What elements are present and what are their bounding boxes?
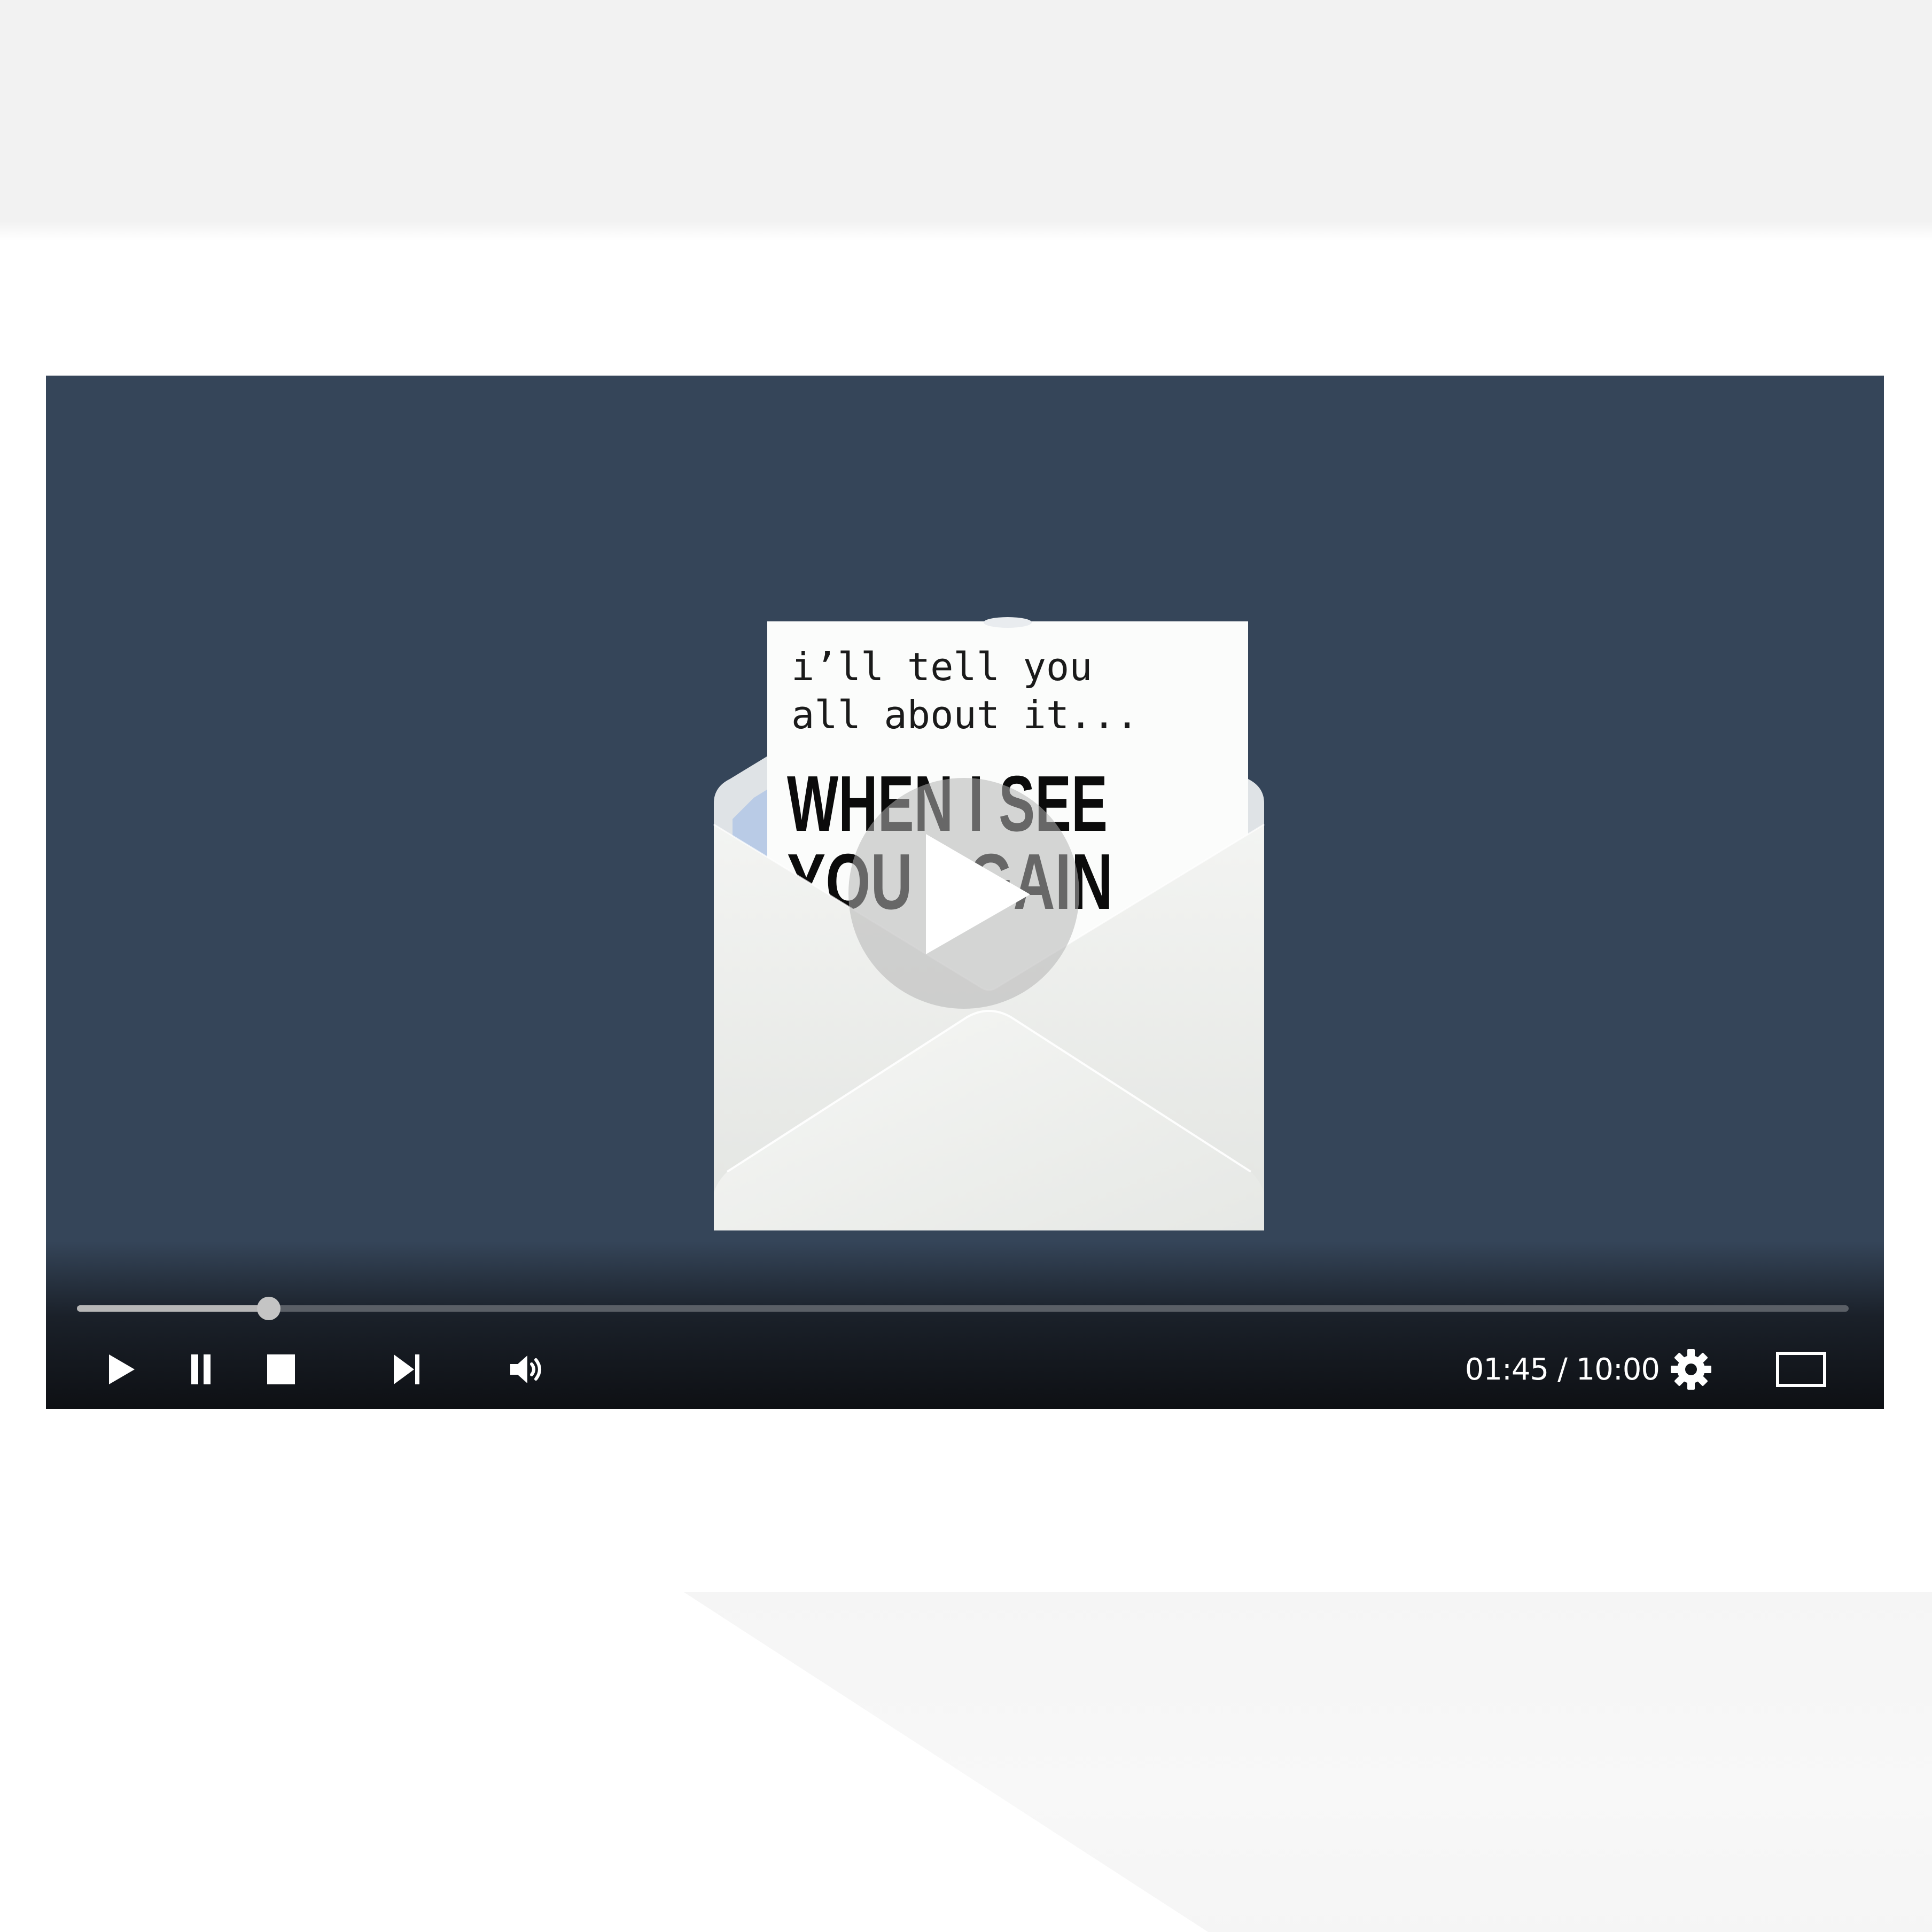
stop-icon — [267, 1354, 295, 1384]
center-play-button[interactable] — [848, 778, 1079, 1009]
play-icon — [926, 834, 1030, 954]
bottom-background-shadow — [684, 1592, 1932, 1932]
fullscreen-icon — [1776, 1352, 1826, 1387]
volume-button[interactable] — [500, 1343, 554, 1396]
progress-scrubber-handle[interactable] — [257, 1297, 281, 1320]
note-line-2: all about it... — [791, 692, 1139, 737]
gear-icon — [1671, 1349, 1711, 1390]
video-player[interactable]: i’ll tell you all about it... WHEN I SEE… — [46, 376, 1884, 1409]
play-icon — [109, 1354, 135, 1384]
settings-button[interactable] — [1662, 1343, 1720, 1396]
time-display: 01:45 / 10:00 — [1456, 1343, 1660, 1396]
skip-next-icon — [394, 1354, 419, 1384]
top-background-band — [0, 0, 1932, 240]
pause-icon — [191, 1354, 211, 1384]
play-button[interactable] — [94, 1343, 147, 1396]
page: i’ll tell you all about it... WHEN I SEE… — [0, 0, 1932, 1932]
volume-icon — [510, 1355, 541, 1383]
time-separator: / — [1548, 1352, 1576, 1387]
current-time: 01:45 — [1464, 1352, 1549, 1387]
progress-bar[interactable] — [77, 1297, 1849, 1320]
stop-button[interactable] — [254, 1343, 308, 1396]
skip-next-button[interactable] — [380, 1343, 433, 1396]
note-line-1: i’ll tell you — [791, 644, 1093, 689]
progress-played — [77, 1305, 269, 1312]
fullscreen-button[interactable] — [1766, 1343, 1836, 1396]
pause-button[interactable] — [174, 1343, 228, 1396]
total-duration: 10:00 — [1576, 1352, 1660, 1387]
